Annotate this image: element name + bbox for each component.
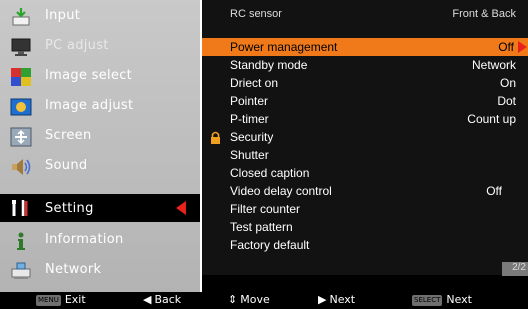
- submenu-label: Test pattern: [230, 220, 293, 234]
- menu-item-image-adjust[interactable]: Image adjust: [0, 92, 200, 122]
- menu-label-network: Network: [45, 262, 102, 277]
- submenu-label: Power management: [230, 40, 338, 54]
- submenu-value: Network: [471, 58, 516, 72]
- submenu-label: P-timer: [230, 112, 269, 126]
- submenu-label: Driect on: [230, 76, 279, 90]
- submenu-label: Closed caption: [230, 166, 310, 180]
- submenu-value: Dot: [497, 94, 516, 108]
- submenu-value: Count up: [467, 112, 516, 126]
- submenu-label: Pointer: [230, 94, 269, 108]
- submenu-label: Factory default: [230, 238, 310, 252]
- submenu-item-factory-default[interactable]: Factory default: [202, 236, 528, 254]
- menu-item-information[interactable]: Information: [0, 226, 200, 256]
- submenu-item-shutter[interactable]: Shutter: [202, 146, 528, 164]
- selection-arrow-icon: [176, 201, 186, 215]
- submenu-item-filter-counter[interactable]: Filter counter: [202, 200, 528, 218]
- submenu-item-direct-on[interactable]: Driect on On: [202, 74, 528, 92]
- monitor-icon: [11, 38, 31, 56]
- input-icon: [12, 8, 30, 26]
- information-icon: [17, 232, 25, 250]
- guide-exit-label: Exit: [64, 293, 86, 306]
- speaker-icon: [12, 159, 31, 175]
- submenu-label: Standby mode: [230, 58, 308, 72]
- submenu-label: Filter counter: [230, 202, 301, 216]
- submenu-item-standby-mode[interactable]: Standby mode Network: [202, 56, 528, 74]
- select-key-icon: SELECT: [412, 295, 443, 306]
- guide-move: ⇕ Move: [228, 293, 270, 306]
- menu-item-setting[interactable]: Setting: [0, 194, 200, 222]
- guide-move-label: Move: [240, 293, 270, 306]
- menu-label-sound: Sound: [45, 158, 88, 173]
- menu-label-setting: Setting: [45, 201, 94, 216]
- submenu-label: Shutter: [230, 148, 269, 162]
- guide-exit: MENU Exit: [36, 293, 86, 306]
- menu-key-icon: MENU: [36, 295, 61, 306]
- image-adjust-icon: [10, 98, 32, 116]
- setting-submenu: RC sensor Front & Back Power management …: [202, 0, 528, 292]
- menu-label-image-adjust: Image adjust: [45, 98, 134, 113]
- next-arrow-icon: ▶: [318, 293, 327, 306]
- header-value: Front & Back: [452, 8, 516, 20]
- guide-bar: MENU Exit ◀ Back ⇕ Move ▶ Next SELECT Next: [0, 292, 528, 309]
- submenu-label: Video delay control: [230, 184, 332, 198]
- submenu-item-power-management[interactable]: Power management Off: [202, 38, 528, 56]
- image-select-icon: [11, 68, 31, 86]
- submenu-item-test-pattern[interactable]: Test pattern: [202, 218, 528, 236]
- network-icon: [11, 262, 31, 279]
- guide-back-label: Back: [154, 293, 182, 306]
- menu-label-screen: Screen: [45, 128, 92, 143]
- menu-item-input[interactable]: Input: [0, 2, 200, 32]
- submenu-value: Off: [498, 40, 514, 54]
- guide-next-label: Next: [329, 293, 356, 306]
- setting-icon: [12, 200, 28, 216]
- back-arrow-icon: ◀: [143, 293, 152, 306]
- submenu-value: Off: [486, 184, 502, 198]
- submenu-header: RC sensor Front & Back: [202, 6, 528, 24]
- submenu-item-video-delay-control[interactable]: Video delay control Off: [202, 182, 528, 200]
- menu-item-sound[interactable]: Sound: [0, 152, 200, 182]
- page-indicator: 2/2: [502, 262, 528, 276]
- move-arrows-icon: ⇕: [228, 293, 238, 306]
- submenu-item-closed-caption[interactable]: Closed caption: [202, 164, 528, 182]
- screen-icon: [10, 127, 32, 147]
- menu-item-pc-adjust[interactable]: PC adjust: [0, 32, 200, 62]
- menu-label-information: Information: [45, 232, 124, 247]
- menu-label-pc-adjust: PC adjust: [45, 38, 109, 53]
- submenu-item-security[interactable]: Security: [202, 128, 528, 146]
- guide-select-label: Next: [446, 293, 472, 306]
- submenu-item-pointer[interactable]: Pointer Dot: [202, 92, 528, 110]
- main-menu: Input PC adjust Image select Image adjus…: [0, 0, 200, 292]
- header-label: RC sensor: [230, 8, 282, 20]
- menu-label-input: Input: [45, 8, 81, 23]
- submenu-value: On: [499, 76, 516, 90]
- submenu-list: RC sensor Front & Back Power management …: [202, 0, 528, 276]
- menu-label-image-select: Image select: [45, 68, 133, 83]
- guide-next: ▶ Next: [318, 293, 355, 306]
- lock-icon: [211, 131, 220, 144]
- submenu-item-p-timer[interactable]: P-timer Count up: [202, 110, 528, 128]
- menu-item-screen[interactable]: Screen: [0, 122, 200, 152]
- menu-item-image-select[interactable]: Image select: [0, 62, 200, 92]
- guide-back: ◀ Back: [143, 293, 181, 306]
- right-arrow-icon: [518, 41, 527, 53]
- guide-select: SELECT Next: [412, 293, 472, 306]
- submenu-label: Security: [230, 130, 274, 144]
- menu-item-network[interactable]: Network: [0, 256, 200, 286]
